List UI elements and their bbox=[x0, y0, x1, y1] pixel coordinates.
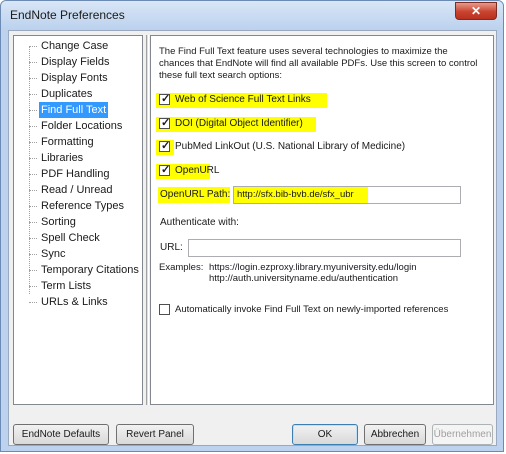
close-button[interactable]: ✕ bbox=[455, 2, 497, 20]
sidebar-item-urls-links[interactable]: URLs & Links bbox=[29, 294, 141, 310]
sidebar-item-label: Change Case bbox=[41, 40, 109, 52]
panel-description: The Find Full Text feature uses several … bbox=[159, 46, 478, 81]
sidebar-item-find-full-text[interactable]: Find Full Text bbox=[29, 102, 141, 118]
apply-button: Übernehmen bbox=[432, 424, 493, 445]
sidebar-item-formatting[interactable]: Formatting bbox=[29, 134, 141, 150]
sidebar-item-label: Formatting bbox=[41, 136, 94, 148]
web-of-science-checkbox[interactable]: ✓ bbox=[159, 93, 171, 105]
doi-checkbox[interactable]: ✓ bbox=[159, 117, 171, 129]
doi-label: DOI (Digital Object Identifier) bbox=[175, 118, 303, 129]
sidebar-item-label: Reference Types bbox=[41, 200, 124, 212]
endnote-defaults-button[interactable]: EndNote Defaults bbox=[13, 424, 109, 445]
close-icon: ✕ bbox=[470, 4, 482, 18]
url-input[interactable] bbox=[188, 239, 461, 257]
title-bar[interactable]: EndNote Preferences ✕ bbox=[1, 1, 503, 29]
sidebar-item-read-unread[interactable]: Read / Unread bbox=[29, 182, 141, 198]
checkmark-icon: ✓ bbox=[161, 140, 171, 152]
web-of-science-label: Web of Science Full Text Links bbox=[175, 94, 311, 105]
auto-invoke-checkbox[interactable] bbox=[159, 304, 170, 315]
sidebar-item-label: Read / Unread bbox=[41, 184, 113, 196]
sidebar-item-temporary-citations[interactable]: Temporary Citations bbox=[29, 262, 141, 278]
openurl-checkbox[interactable]: ✓ bbox=[159, 164, 171, 176]
pubmed-linkout-checkbox[interactable]: ✓ bbox=[159, 140, 171, 152]
sidebar-item-label: Libraries bbox=[41, 152, 84, 164]
sidebar-item-label: PDF Handling bbox=[41, 168, 110, 180]
example-url: http://auth.universityname.edu/authentic… bbox=[209, 273, 399, 284]
sidebar-item-label: Folder Locations bbox=[41, 120, 123, 132]
sidebar-item-change-case[interactable]: Change Case bbox=[29, 38, 141, 54]
sidebar-item-pdf-handling[interactable]: PDF Handling bbox=[29, 166, 141, 182]
sidebar-item-sync[interactable]: Sync bbox=[29, 246, 141, 262]
sidebar-item-folder-locations[interactable]: Folder Locations bbox=[29, 118, 141, 134]
examples-label: Examples: bbox=[159, 262, 204, 273]
preferences-window: EndNote Preferences ✕ Change Case Displa… bbox=[0, 0, 504, 452]
sidebar-item-label: URLs & Links bbox=[41, 296, 108, 308]
sidebar-item-label: Term Lists bbox=[41, 280, 92, 292]
openurl-path-input[interactable]: http://sfx.bib-bvb.de/sfx_ubr bbox=[233, 186, 461, 204]
sidebar-item-spell-check[interactable]: Spell Check bbox=[29, 230, 141, 246]
sidebar-item-display-fonts[interactable]: Display Fonts bbox=[29, 70, 141, 86]
sidebar-item-label: Find Full Text bbox=[39, 102, 109, 118]
auto-invoke-label: Automatically invoke Find Full Text on n… bbox=[175, 304, 449, 315]
sidebar-item-label: Sorting bbox=[41, 216, 76, 228]
sidebar-item-sorting[interactable]: Sorting bbox=[29, 214, 141, 230]
openurl-label: OpenURL bbox=[175, 165, 220, 176]
url-label: URL: bbox=[160, 242, 183, 253]
pubmed-linkout-label: PubMed LinkOut (U.S. National Library of… bbox=[175, 141, 406, 152]
sidebar-item-label: Display Fields bbox=[41, 56, 110, 68]
preferences-category-tree[interactable]: Change Case Display Fields Display Fonts… bbox=[13, 35, 143, 405]
sidebar-item-libraries[interactable]: Libraries bbox=[29, 150, 141, 166]
sidebar-item-label: Duplicates bbox=[41, 88, 93, 100]
panel-splitter[interactable] bbox=[146, 35, 149, 405]
authenticate-label: Authenticate with: bbox=[160, 217, 239, 228]
sidebar-item-label: Spell Check bbox=[41, 232, 100, 244]
openurl-path-label: OpenURL Path: bbox=[160, 189, 231, 200]
dialog-body: Change Case Display Fields Display Fonts… bbox=[8, 30, 497, 446]
checkmark-icon: ✓ bbox=[161, 117, 171, 129]
sidebar-item-label: Display Fonts bbox=[41, 72, 108, 84]
openurl-path-value: http://sfx.bib-bvb.de/sfx_ubr bbox=[237, 189, 354, 200]
find-full-text-panel: The Find Full Text feature uses several … bbox=[150, 35, 494, 405]
example-url: https://login.ezproxy.library.myuniversi… bbox=[209, 262, 417, 273]
sidebar-item-duplicates[interactable]: Duplicates bbox=[29, 86, 141, 102]
sidebar-item-reference-types[interactable]: Reference Types bbox=[29, 198, 141, 214]
sidebar-item-term-lists[interactable]: Term Lists bbox=[29, 278, 141, 294]
sidebar-item-label: Sync bbox=[41, 248, 66, 260]
window-title: EndNote Preferences bbox=[10, 8, 125, 22]
checkmark-icon: ✓ bbox=[161, 93, 171, 105]
ok-button[interactable]: OK bbox=[292, 424, 358, 445]
checkmark-icon: ✓ bbox=[161, 164, 171, 176]
sidebar-item-display-fields[interactable]: Display Fields bbox=[29, 54, 141, 70]
revert-panel-button[interactable]: Revert Panel bbox=[116, 424, 194, 445]
cancel-button[interactable]: Abbrechen bbox=[364, 424, 426, 445]
sidebar-item-label: Temporary Citations bbox=[41, 264, 139, 276]
